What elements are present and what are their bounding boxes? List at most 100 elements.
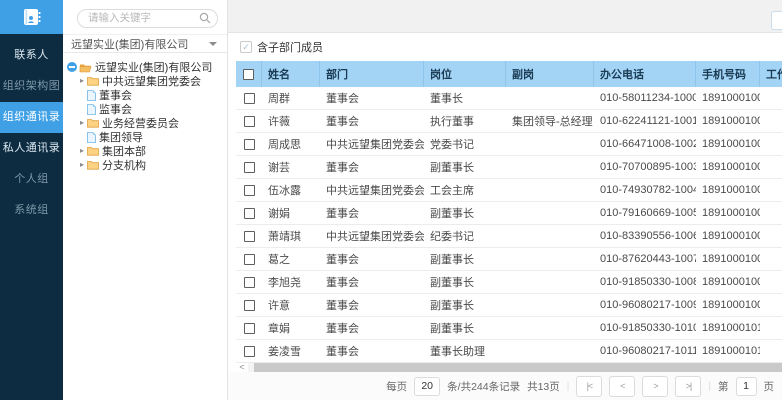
table-cell: 副董事长 bbox=[424, 317, 506, 339]
first-page-button[interactable]: |< bbox=[576, 376, 602, 397]
scrollbar-track[interactable] bbox=[248, 363, 782, 372]
table-cell: 18910001003 bbox=[696, 156, 760, 178]
table-row[interactable]: 周成思中共远望集团党委会/党委...党委书记010-66471008-10021… bbox=[236, 133, 782, 156]
tree-node-folder[interactable]: ▸ 分支机构 bbox=[67, 158, 225, 172]
tree-node-folder[interactable]: ▸中共远望集团党委会 bbox=[67, 74, 225, 88]
file-icon bbox=[87, 104, 96, 115]
table-cell: 董事会 bbox=[320, 87, 424, 109]
header-cell-岗位: 岗位 bbox=[424, 61, 506, 87]
row-checkbox-cell bbox=[236, 294, 262, 316]
table-cell: 姜凌雪 bbox=[262, 340, 320, 362]
next-page-button[interactable]: > bbox=[642, 376, 668, 397]
table-cell: 18910001002 bbox=[696, 133, 760, 155]
scrollbar-thumb[interactable] bbox=[254, 363, 782, 372]
tree-node-file[interactable]: 董事会 bbox=[67, 88, 225, 102]
row-checkbox[interactable] bbox=[244, 208, 255, 219]
page-number-input[interactable] bbox=[736, 377, 757, 396]
sidebar-menu: 联系人组织架构图组织通讯录私人通讯录个人组系统组 bbox=[0, 34, 63, 226]
scroll-left-arrow[interactable]: < bbox=[236, 363, 248, 372]
table-cell: 18910001001 bbox=[696, 110, 760, 132]
expand-arrow-icon[interactable]: ▸ bbox=[80, 77, 87, 85]
per-page-input[interactable] bbox=[414, 377, 440, 396]
row-checkbox[interactable] bbox=[244, 162, 255, 173]
table-row[interactable]: 谢芸董事会副董事长010-70700895-100318910001003 bbox=[236, 156, 782, 179]
table-cell: 董事会 bbox=[320, 294, 424, 316]
table-cell: 010-96080217-1009 bbox=[594, 294, 696, 316]
table-row[interactable]: 周群董事会董事长010-58011234-100018910001000 bbox=[236, 87, 782, 110]
sidebar-item-组织架构图[interactable]: 组织架构图 bbox=[0, 71, 63, 102]
sidebar-item-个人组[interactable]: 个人组 bbox=[0, 164, 63, 195]
table-cell: 18910001010 bbox=[696, 317, 760, 339]
table-cell bbox=[760, 248, 782, 270]
header-cell-副岗: 副岗 bbox=[506, 61, 594, 87]
company-select[interactable]: 远望实业(集团)有限公司 bbox=[63, 35, 227, 53]
header-cell-姓名: 姓名 bbox=[262, 61, 320, 87]
row-checkbox[interactable] bbox=[244, 346, 255, 357]
row-checkbox-cell bbox=[236, 87, 262, 109]
table-row[interactable]: 谢娟董事会副董事长010-79160669-100518910001005 bbox=[236, 202, 782, 225]
table-row[interactable]: 姜凌雪董事会董事长助理010-96080217-101118910001011 bbox=[236, 340, 782, 363]
row-checkbox[interactable] bbox=[244, 116, 255, 127]
tree-node-label: 分支机构 bbox=[102, 157, 146, 173]
row-checkbox[interactable] bbox=[244, 93, 255, 104]
table-row[interactable]: 伍冰露中共远望集团党委会/工会...工会主席010-74930782-10041… bbox=[236, 179, 782, 202]
prev-page-button[interactable]: < bbox=[609, 376, 635, 397]
search-icon[interactable] bbox=[199, 12, 211, 24]
sidebar-item-联系人[interactable]: 联系人 bbox=[0, 40, 63, 71]
table-cell: 010-70700895-1003 bbox=[594, 156, 696, 178]
table-cell: 18910001005 bbox=[696, 202, 760, 224]
table-row[interactable]: 萧靖琪中共远望集团党委会/纪委纪委书记010-83390556-10061891… bbox=[236, 225, 782, 248]
folder-icon bbox=[87, 146, 99, 156]
row-checkbox[interactable] bbox=[244, 300, 255, 311]
total-pages-label: 共13页 bbox=[527, 379, 560, 394]
collapse-icon[interactable] bbox=[67, 62, 77, 72]
table-cell: 副董事长 bbox=[424, 271, 506, 293]
include-sub-dept-checkbox[interactable] bbox=[240, 41, 252, 53]
app-logo[interactable] bbox=[0, 0, 63, 34]
file-icon bbox=[87, 90, 96, 101]
records-count-label: 条/共244条记录 bbox=[447, 379, 520, 394]
search-input[interactable] bbox=[77, 9, 218, 28]
table-cell: 010-87620443-1007 bbox=[594, 248, 696, 270]
header-cell bbox=[236, 61, 262, 87]
table-cell: 工会主席 bbox=[424, 179, 506, 201]
table-cell: 董事会 bbox=[320, 110, 424, 132]
sidebar-item-系统组[interactable]: 系统组 bbox=[0, 195, 63, 226]
select-all-checkbox[interactable] bbox=[243, 69, 254, 80]
table-row[interactable]: 葛之董事会副董事长010-87620443-100718910001007 bbox=[236, 248, 782, 271]
last-page-button[interactable]: >| bbox=[675, 376, 701, 397]
tree-node-folder[interactable]: ▸业务经营委员会 bbox=[67, 116, 225, 130]
tree-node-file[interactable]: 监事会 bbox=[67, 102, 225, 116]
table-cell bbox=[760, 87, 782, 109]
folder-icon bbox=[87, 76, 99, 86]
expand-arrow-icon[interactable]: ▸ bbox=[80, 161, 87, 169]
expand-arrow-icon[interactable]: ▸ bbox=[80, 147, 87, 155]
row-checkbox[interactable] bbox=[244, 139, 255, 150]
expand-arrow-icon[interactable]: ▸ bbox=[80, 119, 87, 127]
toolbar bbox=[228, 0, 782, 33]
row-checkbox[interactable] bbox=[244, 277, 255, 288]
table-row[interactable]: 许意董事会副董事长010-96080217-100918910001009 bbox=[236, 294, 782, 317]
row-checkbox[interactable] bbox=[244, 254, 255, 265]
toolbar-button-partial[interactable] bbox=[771, 11, 782, 30]
table-row[interactable]: 许薇董事会执行董事集团领导-总经理010-62241121-1001189100… bbox=[236, 110, 782, 133]
table-row[interactable]: 章娟董事会副董事长010-91850330-101018910001010 bbox=[236, 317, 782, 340]
folder-icon bbox=[87, 160, 99, 170]
row-checkbox[interactable] bbox=[244, 231, 255, 242]
tree-node-folder[interactable]: ▸集团本部 bbox=[67, 144, 225, 158]
pagination: 每页 条/共244条记录 共13页 | |< < > >| | 第 页 bbox=[228, 372, 782, 400]
row-checkbox[interactable] bbox=[244, 323, 255, 334]
sidebar-item-组织通讯录[interactable]: 组织通讯录 bbox=[0, 102, 63, 133]
table-cell: 谢娟 bbox=[262, 202, 320, 224]
table-cell: 中共远望集团党委会/工会... bbox=[320, 179, 424, 201]
folder-icon bbox=[87, 118, 99, 128]
page-suffix-label: 页 bbox=[764, 379, 775, 394]
table-cell: 010-96080217-1011 bbox=[594, 340, 696, 362]
sidebar-item-私人通讯录[interactable]: 私人通讯录 bbox=[0, 133, 63, 164]
row-checkbox-cell bbox=[236, 248, 262, 270]
table-row[interactable]: 李旭尧董事会副董事长010-91850330-100818910001008 bbox=[236, 271, 782, 294]
row-checkbox[interactable] bbox=[244, 185, 255, 196]
tree-node-root[interactable]: 远望实业(集团)有限公司 bbox=[67, 60, 225, 74]
tree-node-file[interactable]: 集团领导 bbox=[67, 130, 225, 144]
table-cell bbox=[760, 340, 782, 362]
